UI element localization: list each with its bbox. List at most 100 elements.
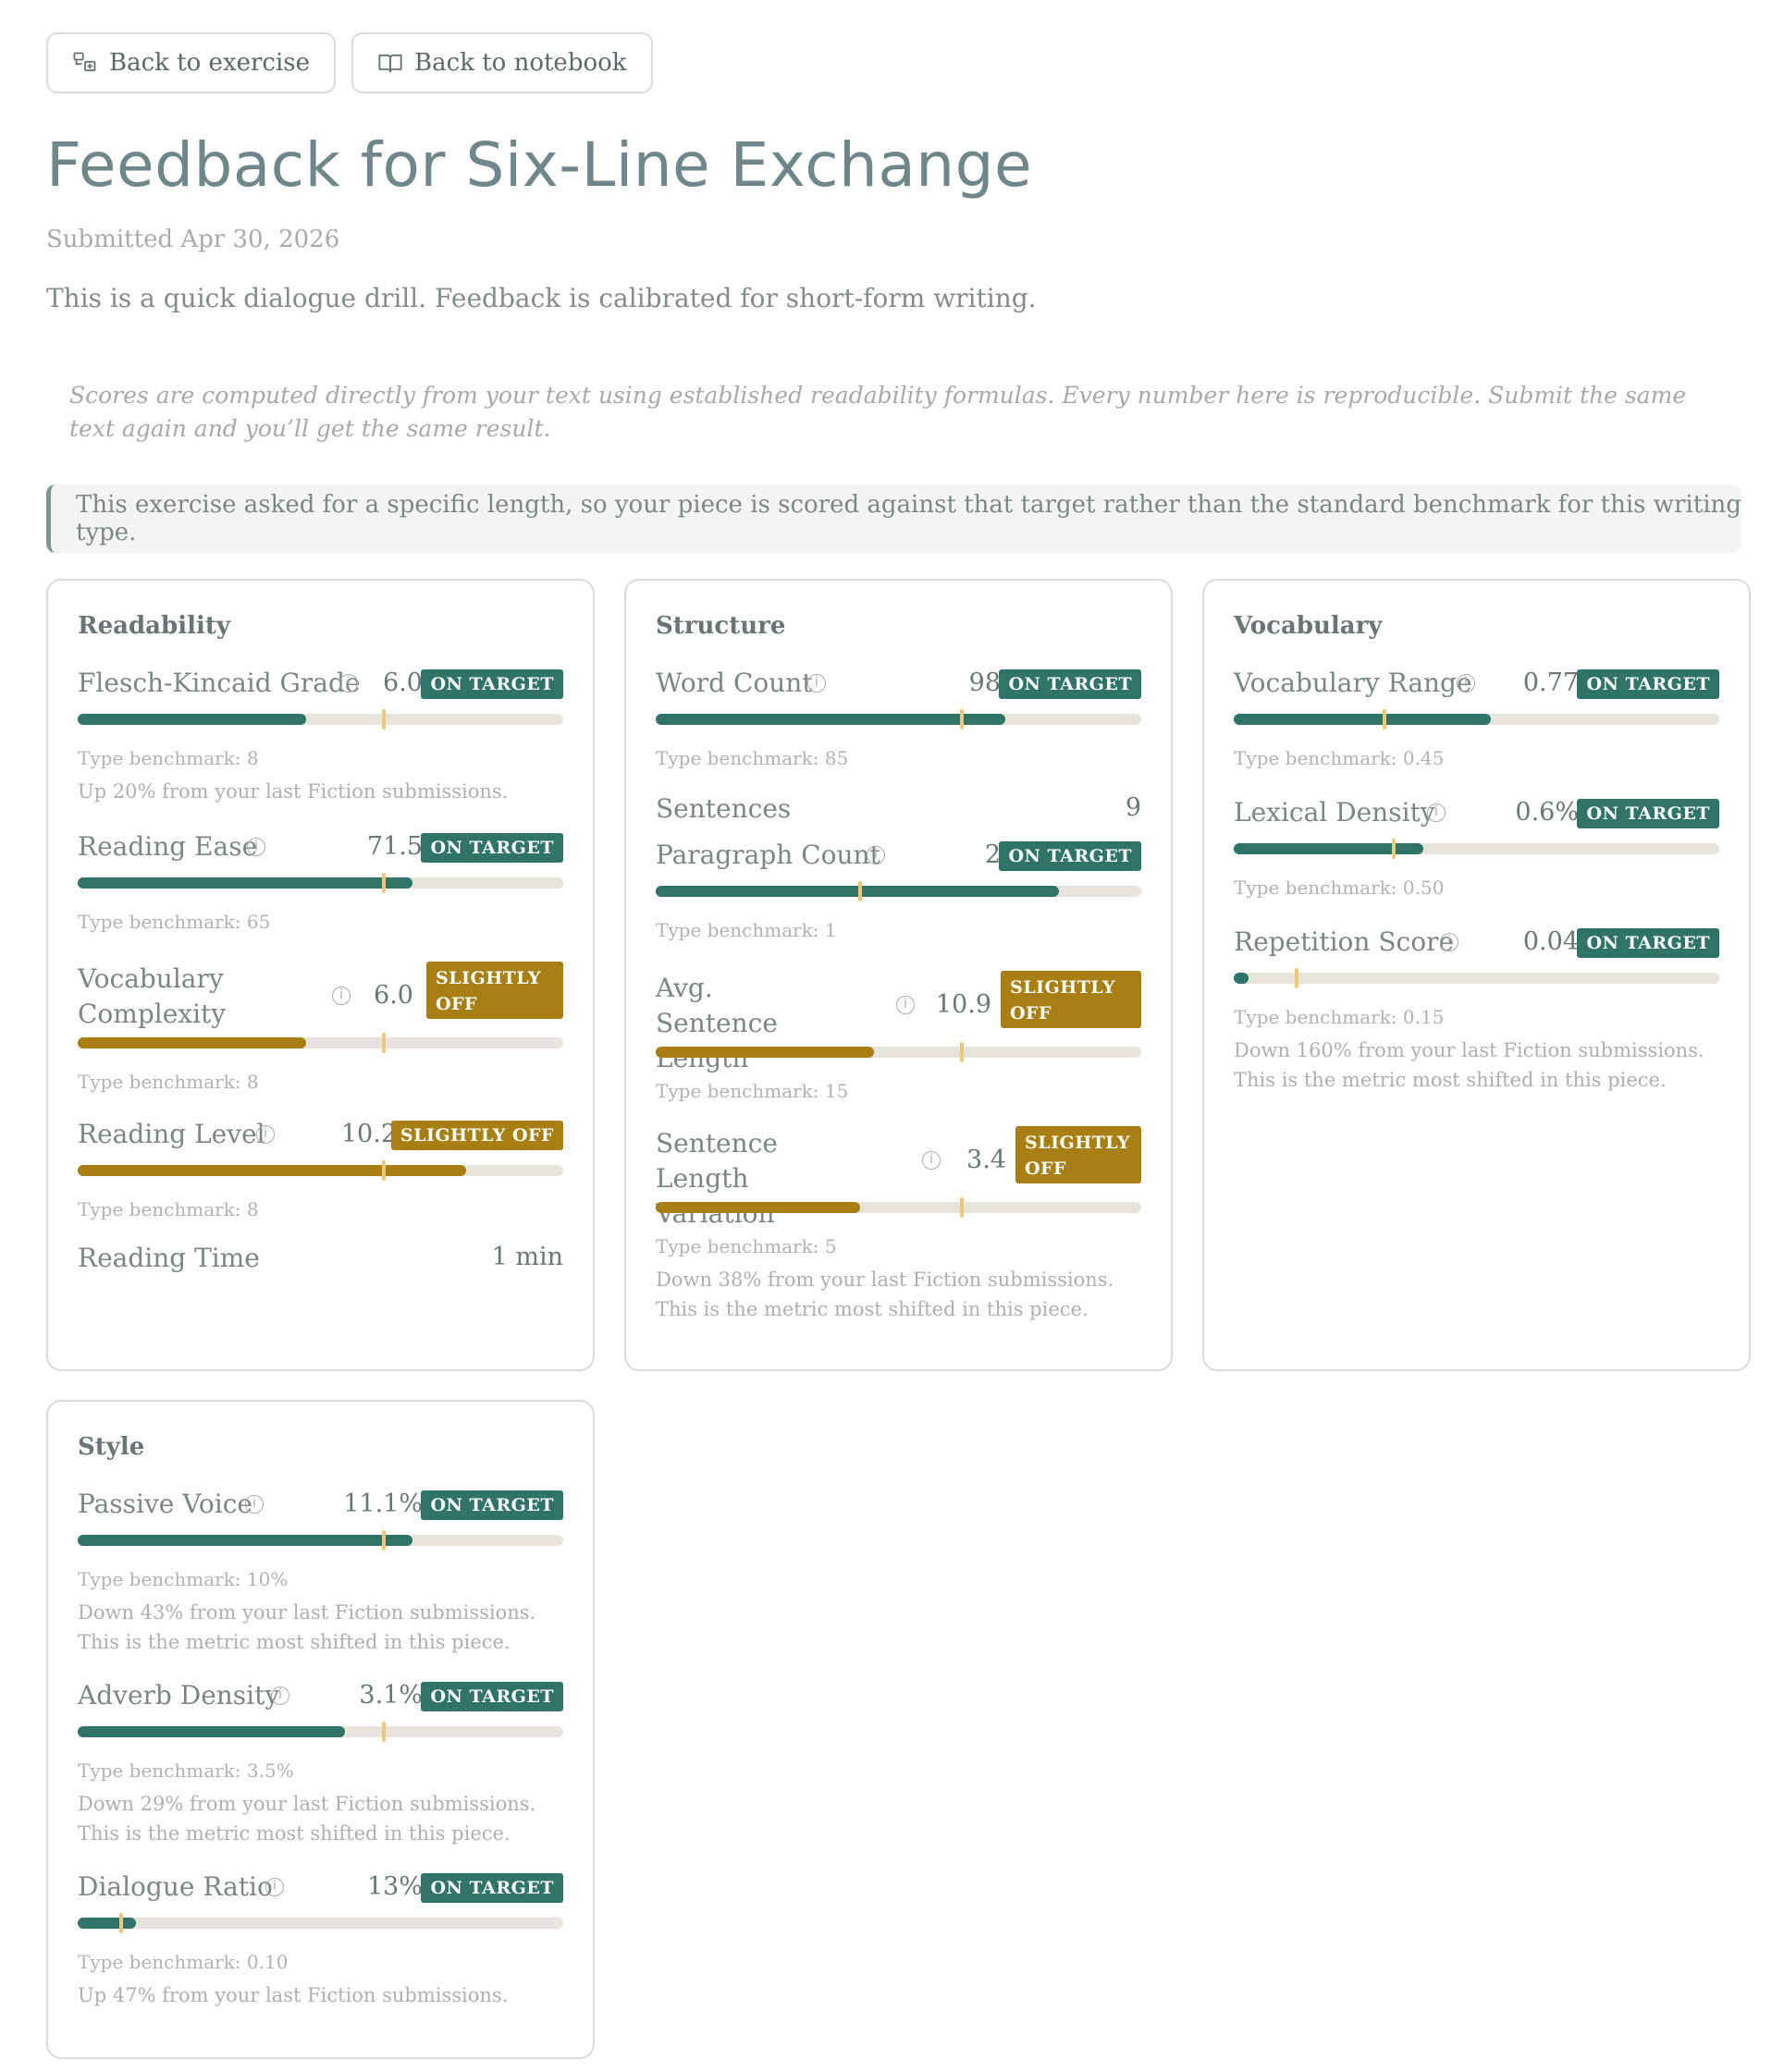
benchmark-text: Type benchmark: 65	[78, 911, 271, 933]
status-badge: ON TARGET	[1577, 669, 1719, 699]
metric-name: Flesch-Kincaid Grade	[78, 668, 361, 698]
scoring-note: Scores are computed directly from your t…	[69, 382, 1687, 442]
metric-value: 6.0	[383, 668, 423, 697]
status-badge: ON TARGET	[1577, 799, 1719, 828]
benchmark-text: Type benchmark: 10%	[78, 1568, 289, 1590]
metric-name: Adverb Density	[78, 1680, 280, 1710]
card-title: Vocabulary	[1234, 612, 1383, 640]
info-icon[interactable]: i	[922, 1151, 941, 1170]
benchmark-marker	[959, 709, 964, 729]
progress-bar	[1234, 968, 1719, 988]
benchmark-text: Type benchmark: 0.15	[1234, 1006, 1445, 1028]
info-icon[interactable]: i	[1440, 933, 1458, 951]
benchmark-marker	[381, 873, 386, 893]
bar-fill	[78, 1037, 306, 1048]
bar-fill	[78, 1165, 466, 1176]
info-icon[interactable]: i	[339, 674, 358, 693]
top-nav: Back to exercise Back to notebook	[46, 32, 653, 93]
status-badge: SLIGHTLY OFF	[1015, 1126, 1141, 1183]
metric-name: Word Count	[656, 668, 813, 698]
benchmark-marker	[1392, 839, 1397, 859]
status-badge: ON TARGET	[1577, 928, 1719, 958]
benchmark-text: Type benchmark: 1	[656, 919, 837, 941]
style-card: Style Passive Voice i 11.1% ON TARGET Ty…	[46, 1400, 595, 2059]
progress-bar	[78, 1160, 563, 1181]
benchmark-text: Type benchmark: 8	[78, 1198, 259, 1220]
info-icon[interactable]: i	[332, 987, 351, 1005]
progress-bar	[1234, 709, 1719, 729]
metric-name: Sentence Length Variation	[656, 1128, 778, 1229]
benchmark-marker	[381, 1033, 386, 1053]
metric-name: Reading Ease	[78, 831, 258, 862]
metric-value: 6.0	[374, 981, 413, 1010]
benchmark-text: Type benchmark: 0.50	[1234, 877, 1445, 899]
metric-name: Reading Level	[78, 1119, 265, 1149]
benchmark-text: Type benchmark: 15	[656, 1080, 849, 1102]
bar-fill	[1234, 714, 1492, 725]
info-icon[interactable]: i	[256, 1125, 275, 1144]
metric-name: Passive Voice	[78, 1489, 252, 1519]
intro-text: This is a quick dialogue drill. Feedback…	[46, 283, 1037, 313]
callout-text: This exercise asked for a specific lengt…	[76, 491, 1741, 546]
metric-name: Avg. Sentence Length	[656, 973, 778, 1073]
vocabulary-card: Vocabulary Vocabulary Range i 0.77 ON TA…	[1202, 579, 1751, 1371]
metric-value: 10.9	[935, 990, 991, 1019]
status-badge: ON TARGET	[999, 669, 1141, 699]
info-icon[interactable]: i	[1427, 803, 1446, 822]
back-to-notebook-button[interactable]: Back to notebook	[351, 32, 653, 93]
metric-value: 0.77	[1522, 668, 1579, 697]
back-to-exercise-button[interactable]: Back to exercise	[46, 32, 337, 93]
progress-bar	[78, 1033, 563, 1053]
metric-value: 13%	[366, 1872, 423, 1901]
progress-bar	[78, 1530, 563, 1551]
info-icon[interactable]: i	[1457, 674, 1475, 693]
info-icon[interactable]: i	[265, 1878, 284, 1896]
benchmark-text: Type benchmark: 8	[78, 747, 259, 769]
delta-text: Up 20% from your last Fiction submission…	[78, 780, 509, 803]
metric-name: Sentences	[656, 793, 792, 824]
benchmark-text: Type benchmark: 3.5%	[78, 1759, 294, 1782]
status-badge: ON TARGET	[421, 1490, 563, 1520]
metric-name: Repetition Score	[1234, 926, 1455, 957]
metric-name: Vocabulary Range	[1234, 668, 1472, 698]
back-to-exercise-label: Back to exercise	[109, 49, 311, 77]
info-icon[interactable]: i	[247, 838, 265, 856]
length-callout: This exercise asked for a specific lengt…	[46, 484, 1741, 553]
benchmark-marker	[381, 709, 386, 729]
benchmark-text: Type benchmark: 0.10	[78, 1951, 289, 1973]
status-badge: ON TARGET	[421, 1873, 563, 1903]
metric-value: 9	[1125, 793, 1141, 822]
benchmark-text: Type benchmark: 5	[656, 1235, 837, 1257]
benchmark-text: Type benchmark: 85	[656, 747, 849, 769]
delta-text: Down 38% from your last Fiction submissi…	[656, 1269, 1114, 1320]
benchmark-marker	[381, 1530, 386, 1551]
card-title: Structure	[656, 612, 786, 640]
metric-value: 10.2	[340, 1120, 397, 1148]
metric-name: Dialogue Ratio	[78, 1871, 273, 1902]
delta-text: Down 29% from your last Fiction submissi…	[78, 1793, 536, 1845]
delta-text: Down 160% from your last Fiction submiss…	[1234, 1039, 1704, 1091]
bar-fill	[78, 1918, 136, 1929]
info-icon[interactable]: i	[896, 996, 915, 1014]
info-icon[interactable]: i	[271, 1686, 289, 1705]
benchmark-marker	[1382, 709, 1386, 729]
progress-bar	[1234, 839, 1719, 859]
info-icon[interactable]: i	[807, 674, 826, 693]
exercise-icon	[73, 52, 96, 72]
progress-bar	[78, 873, 563, 893]
status-badge: ON TARGET	[421, 669, 563, 699]
progress-bar	[78, 1913, 563, 1933]
status-badge: ON TARGET	[421, 833, 563, 863]
bar-fill	[656, 886, 1059, 897]
bar-fill	[1234, 973, 1249, 984]
card-title: Readability	[78, 612, 230, 640]
metric-value: 11.1%	[343, 1490, 423, 1518]
metric-sentences: Sentences 9	[656, 793, 1141, 830]
info-icon[interactable]: i	[867, 846, 885, 864]
benchmark-marker	[119, 1913, 124, 1933]
metric-value: 1 min	[491, 1243, 563, 1271]
progress-bar	[656, 881, 1141, 901]
benchmark-text: Type benchmark: 0.45	[1234, 747, 1445, 769]
delta-text: Up 47% from your last Fiction submission…	[78, 1984, 509, 2006]
info-icon[interactable]: i	[245, 1495, 264, 1514]
